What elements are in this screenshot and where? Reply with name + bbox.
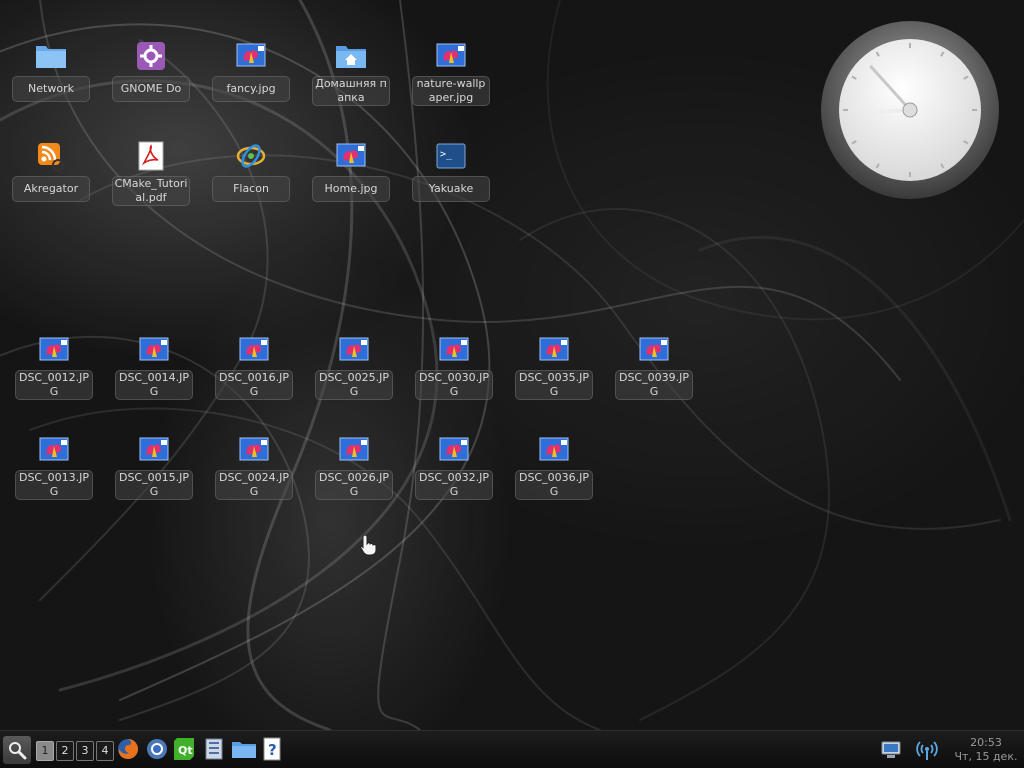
- clock-date: Чт, 15 дек.: [954, 750, 1018, 763]
- image-icon: [538, 434, 570, 466]
- gnome-do-icon: [135, 40, 167, 72]
- desktop-icon-dsc-0015-jpg[interactable]: DSC_0015.JPG: [114, 434, 194, 514]
- desktop-icon-cmake-tutorial-pdf[interactable]: CMake_Tutorial.pdf: [111, 140, 191, 220]
- desktop-icon-label: DSC_0025.JPG: [315, 370, 393, 400]
- desktop-icon-label: DSC_0016.JPG: [215, 370, 293, 400]
- desktop-icon-dsc-0024-jpg[interactable]: DSC_0024.JPG: [214, 434, 294, 514]
- display-icon[interactable]: [880, 739, 902, 761]
- desktop-icon-label: Flacon: [212, 176, 290, 202]
- image-icon: [138, 334, 170, 366]
- desktop-pager-4[interactable]: 4: [96, 741, 114, 761]
- help-icon[interactable]: ?: [262, 737, 282, 761]
- desktop-icon-label: Yakuake: [412, 176, 490, 202]
- desktop-icon-label: Akregator: [12, 176, 90, 202]
- desktop-icon-dsc-0025-jpg[interactable]: DSC_0025.JPG: [314, 334, 394, 414]
- desktop-icon-home-jpg[interactable]: Home.jpg: [311, 140, 391, 220]
- desktop-icon-label: Домашняя папка: [312, 76, 390, 106]
- qt-creator-icon[interactable]: Qt: [173, 737, 195, 761]
- firefox-icon[interactable]: [116, 737, 140, 761]
- desktop-icon-label: DSC_0026.JPG: [315, 470, 393, 500]
- flacon-icon: [235, 140, 267, 172]
- desktop-icon-label: DSC_0035.JPG: [515, 370, 593, 400]
- image-icon: [638, 334, 670, 366]
- desktop-icon-nature-wallpaper-jpg[interactable]: nature-wallpaper.jpg: [411, 40, 491, 120]
- clock-time: 20:53: [970, 736, 1002, 749]
- image-icon: [238, 434, 270, 466]
- desktop-icon-dsc-0036-jpg[interactable]: DSC_0036.JPG: [514, 434, 594, 514]
- desktop-icon-dsc-0039-jpg[interactable]: DSC_0039.JPG: [614, 334, 694, 414]
- desktop-icon-gnome-do[interactable]: GNOME Do: [111, 40, 191, 120]
- wireless-icon[interactable]: [915, 739, 939, 761]
- desktop-icon-label: fancy.jpg: [212, 76, 290, 102]
- desktop-pager-1[interactable]: 1: [36, 741, 54, 761]
- svg-text:?: ?: [268, 741, 277, 759]
- desktop-icon-dsc-0030-jpg[interactable]: DSC_0030.JPG: [414, 334, 494, 414]
- image-icon: [235, 40, 267, 72]
- desktop-icon-label: DSC_0014.JPG: [115, 370, 193, 400]
- desktop-icon-label: DSC_0036.JPG: [515, 470, 593, 500]
- image-icon: [438, 334, 470, 366]
- svg-text:Qt: Qt: [178, 744, 193, 757]
- folder-icon[interactable]: [231, 737, 257, 761]
- desktop-icon-dsc-0014-jpg[interactable]: DSC_0014.JPG: [114, 334, 194, 414]
- desktop-pager-2[interactable]: 2: [56, 741, 74, 761]
- desktop-icon-label: DSC_0032.JPG: [415, 470, 493, 500]
- image-icon: [338, 334, 370, 366]
- desktop-icon-label: DSC_0030.JPG: [415, 370, 493, 400]
- image-icon: [238, 334, 270, 366]
- image-icon: [38, 434, 70, 466]
- desktop-icon-dsc-0012-jpg[interactable]: DSC_0012.JPG: [14, 334, 94, 414]
- desktop-icon-label: DSC_0012.JPG: [15, 370, 93, 400]
- image-icon: [335, 140, 367, 172]
- desktop-icon-домашняя-папка[interactable]: Домашняя папка: [311, 40, 391, 120]
- pdf-icon: [135, 140, 167, 172]
- image-icon: [338, 434, 370, 466]
- desktop-icon-label: Network: [12, 76, 90, 102]
- svg-text:>_: >_: [440, 149, 453, 160]
- desktop-icon-dsc-0035-jpg[interactable]: DSC_0035.JPG: [514, 334, 594, 414]
- desktop-icon-label: GNOME Do: [112, 76, 190, 102]
- digital-clock[interactable]: 20:53 Чт, 15 дек.: [952, 736, 1020, 764]
- image-icon: [438, 434, 470, 466]
- image-icon: [538, 334, 570, 366]
- desktop-icon-flacon[interactable]: Flacon: [211, 140, 291, 220]
- desktop-icon-label: DSC_0039.JPG: [615, 370, 693, 400]
- desktop-icon-fancy-jpg[interactable]: fancy.jpg: [211, 40, 291, 120]
- chromium-icon[interactable]: [145, 737, 169, 761]
- folder-icon: [35, 40, 67, 72]
- desktop-icon-dsc-0032-jpg[interactable]: DSC_0032.JPG: [414, 434, 494, 514]
- file-manager-icon[interactable]: [204, 737, 224, 761]
- desktop-icon-yakuake[interactable]: >_ Yakuake: [411, 140, 491, 220]
- image-icon: [38, 334, 70, 366]
- desktop-icon-label: DSC_0015.JPG: [115, 470, 193, 500]
- desktop-icon-akregator[interactable]: Akregator: [11, 140, 91, 220]
- desktop-icon-label: DSC_0024.JPG: [215, 470, 293, 500]
- desktop-icon-label: nature-wallpaper.jpg: [412, 76, 490, 106]
- desktop-icon-label: CMake_Tutorial.pdf: [112, 176, 190, 206]
- application-launcher-button[interactable]: [3, 736, 31, 764]
- desktop-pager-3[interactable]: 3: [76, 741, 94, 761]
- desktop-icon-network[interactable]: Network: [11, 40, 91, 120]
- clock-face-icon: [821, 21, 999, 199]
- desktop-icon-dsc-0026-jpg[interactable]: DSC_0026.JPG: [314, 434, 394, 514]
- desktop-icon-label: DSC_0013.JPG: [15, 470, 93, 500]
- search-icon: [9, 742, 27, 760]
- image-icon: [138, 434, 170, 466]
- analog-clock-widget[interactable]: [820, 20, 1000, 200]
- rss-icon: [35, 140, 67, 172]
- desktop-icon-dsc-0016-jpg[interactable]: DSC_0016.JPG: [214, 334, 294, 414]
- desktop-icon-dsc-0013-jpg[interactable]: DSC_0013.JPG: [14, 434, 94, 514]
- desktop-icon-label: Home.jpg: [312, 176, 390, 202]
- image-icon: [435, 40, 467, 72]
- taskbar: 1 2 3 4 Qt ? 20:53 Чт, 15 дек.: [0, 730, 1024, 768]
- terminal-icon: >_: [435, 140, 467, 172]
- home-folder-icon: [335, 40, 367, 72]
- hand-cursor-icon: [360, 534, 377, 556]
